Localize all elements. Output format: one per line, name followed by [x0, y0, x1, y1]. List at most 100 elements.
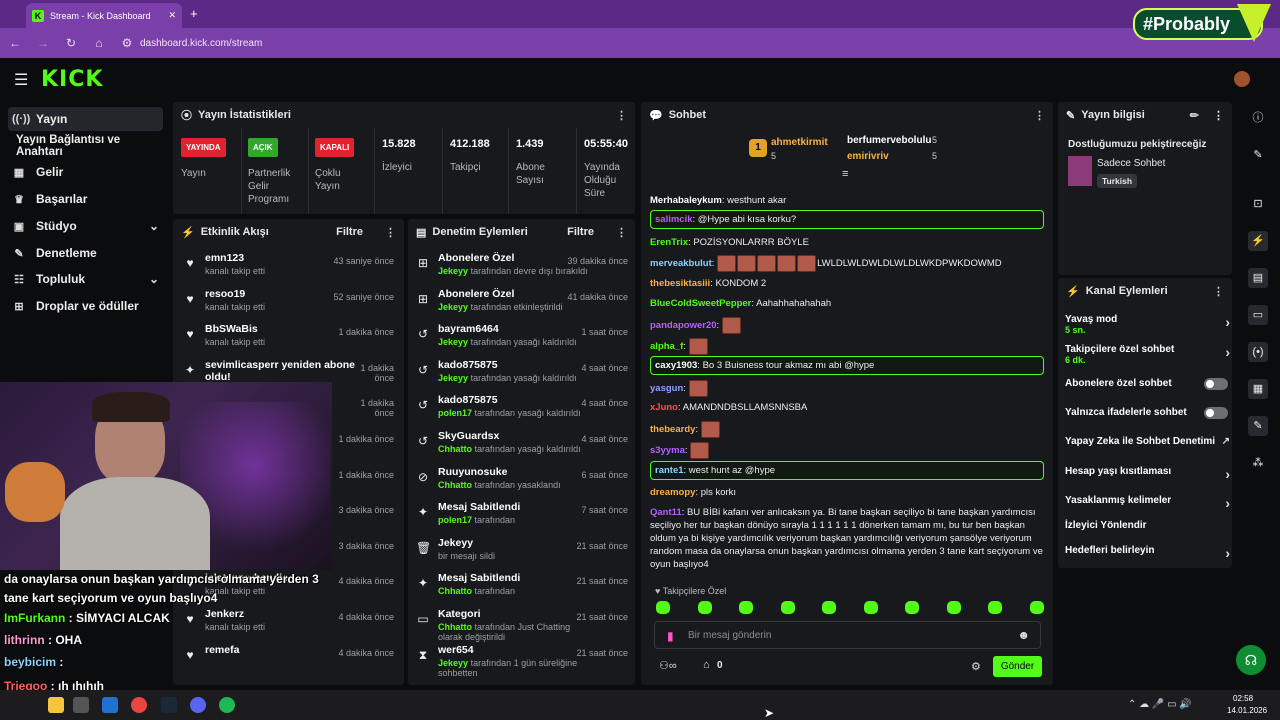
focus-icon[interactable]: ⊡ [1248, 194, 1268, 214]
chat-message[interactable]: BlueColdSweetPepper: Aahahhahahahah [650, 297, 1044, 310]
info-icon[interactable]: ⓘ [1248, 108, 1268, 128]
send-button[interactable]: Gönder [993, 656, 1042, 677]
document-icon[interactable]: ▤ [1248, 268, 1268, 288]
pencil-icon[interactable]: ✎ [1248, 145, 1268, 165]
moderation-row[interactable]: ⊘ Ruuyunosuke Chhatto tarafından yasakland… [416, 466, 628, 501]
channel-action-item[interactable]: Yalnızca ifadelerle sohbet [1065, 407, 1230, 419]
more-icon[interactable]: ⋮ [616, 109, 627, 122]
layout-icon[interactable]: ▦ [1248, 379, 1268, 399]
moderator-name[interactable]: Chhatto [438, 480, 472, 490]
community-icon[interactable]: ⁂ [1248, 453, 1268, 473]
channel-action-item[interactable]: Yavaş mod 5 sn. › [1065, 314, 1230, 335]
home-icon[interactable]: ⌂ [92, 36, 106, 50]
mic-icon[interactable]: ▮ [667, 629, 674, 643]
quick-emote-icon[interactable] [988, 601, 1002, 614]
sidebar-item-basarilar[interactable]: ♛ Başarılar [8, 187, 163, 211]
chat-username[interactable]: s3yyma [650, 445, 685, 456]
close-tab-icon[interactable]: ✕ [168, 10, 176, 21]
sidebar-item-gelir[interactable]: ▦ Gelir [8, 160, 163, 184]
sidebar-item-droplar[interactable]: ⊞ Droplar ve ödüller [8, 294, 163, 318]
store-icon[interactable]: ⌂ [703, 659, 710, 671]
sidebar-item-stream-key[interactable]: Yayın Bağlantısı ve Anahtarı [12, 134, 167, 158]
moderation-row[interactable]: ↺ kado875875 polen17 tarafından yasağı kal… [416, 394, 628, 429]
more-icon[interactable]: ⋮ [1213, 285, 1224, 298]
quick-emote-icon[interactable] [822, 601, 836, 614]
more-icon[interactable]: ⋮ [385, 226, 396, 239]
activity-row[interactable]: ♥ Jenkerz kanalı takip etti 4 dakika önce [183, 608, 394, 643]
spotify-icon[interactable] [219, 697, 235, 713]
activity-row[interactable]: ♥ BbSWaBis kanalı takip etti 1 dakika önce [183, 323, 394, 358]
toggle-switch[interactable] [1204, 407, 1228, 419]
moderation-row[interactable]: ⊞ Abonelere Özel Jekeyy tarafından etkinle… [416, 288, 628, 323]
moderation-row[interactable]: ↺ bayram6464 Jekeyy tarafından yasağı kald… [416, 323, 628, 358]
gifter-name[interactable]: berfumervebolulu [847, 135, 931, 146]
channel-action-item[interactable]: Hesap yaşı kısıtlaması › [1065, 466, 1230, 482]
quick-emote-icon[interactable] [739, 601, 753, 614]
quick-emote-icon[interactable] [863, 601, 878, 614]
moderator-name[interactable]: Chhatto [438, 622, 472, 632]
sidebar-item-yayin[interactable]: ((·)) Yayın [8, 107, 163, 131]
chat-message[interactable]: caxy1903: Bo 3 Buisness tour akmaz mı ab… [650, 356, 1044, 375]
moderation-row[interactable]: ✦ Mesaj Sabitlendi Chhatto tarafından 21 sa… [416, 572, 628, 607]
chat-message[interactable]: ErenTrix: POZİSYONLARRR BÖYLE [650, 236, 1044, 249]
chat-message[interactable]: yasgun: [650, 380, 1044, 397]
url-field[interactable]: dashboard.kick.com/stream [140, 38, 262, 49]
sidebar-item-topluluk[interactable]: ☷ Topluluk ⌄ [8, 267, 163, 291]
more-icon[interactable]: ⋮ [616, 226, 627, 239]
moderation-row[interactable]: ▭ Kategori Chhatto tarafından Just Chattin… [416, 608, 628, 643]
chat-username[interactable]: thebesiktasiii [650, 278, 710, 289]
folder-icon[interactable] [48, 697, 64, 713]
chat-message[interactable]: thebeardy: [650, 421, 1044, 438]
tray-icons[interactable]: ⌃ ☁ 🎤 ▭ 🔊 [1128, 699, 1192, 710]
activity-row[interactable]: ♥ emn123 kanalı takip etti 43 saniye önce [183, 252, 394, 287]
channel-action-item[interactable]: Yapay Zeka ile Sohbet Denetimi ↗ [1065, 436, 1230, 447]
steam-icon[interactable] [161, 697, 177, 713]
site-info-icon[interactable]: ⚙ [120, 36, 134, 50]
points-icon[interactable]: ⚇∞ [659, 659, 677, 672]
chat-username[interactable]: Qant11 [650, 507, 682, 518]
forward-icon[interactable]: → [36, 36, 50, 50]
chrome-icon[interactable] [131, 697, 147, 713]
moderation-row[interactable]: ↺ SkyGuardsx Chhatto tarafından yasağı kal… [416, 430, 628, 465]
chat-message[interactable]: Qant11: BU BİBi kafanı ver anlıcaksın ya… [650, 506, 1044, 571]
more-icon[interactable]: ⋮ [1213, 109, 1224, 122]
channel-action-item[interactable]: Abonelere özel sohbet [1065, 378, 1230, 390]
outlook-icon[interactable] [102, 697, 118, 713]
moderation-row[interactable]: ⧗ wer654 Jekeyy tarafından 1 gün süreliğin… [416, 644, 628, 679]
moderator-name[interactable]: Chhatto [438, 586, 472, 596]
chat-username[interactable]: ErenTrix [650, 237, 688, 248]
reload-icon[interactable]: ↻ [64, 36, 78, 50]
kick-logo[interactable]: KICK [41, 67, 103, 92]
tag-badge[interactable]: Turkish [1097, 174, 1138, 188]
moderation-row[interactable]: 🗑 Jekeyy bir mesajı sildi 21 saat önce [416, 537, 628, 572]
chat-username[interactable]: rante1 [655, 465, 684, 476]
chat-input[interactable]: ▮ Bir mesaj gönderin ☻ [654, 621, 1041, 649]
moderator-name[interactable]: Chhatto [438, 444, 472, 454]
channel-action-item[interactable]: İzleyici Yönlendir [1065, 520, 1230, 531]
collapse-icon[interactable]: ≡ [842, 168, 848, 180]
sidebar-item-denetleme[interactable]: ✎ Denetleme [8, 241, 163, 265]
moderator-name[interactable]: polen17 [438, 408, 472, 418]
avatar[interactable] [1234, 71, 1250, 87]
activity-row[interactable]: ♥ remefa 4 dakika önce [183, 644, 394, 679]
discord-icon[interactable] [190, 697, 206, 713]
channel-action-item[interactable]: Yasaklanmış kelimeler › [1065, 495, 1230, 511]
chat-username[interactable]: pandapower20 [650, 320, 717, 331]
quick-emote-icon[interactable] [697, 601, 712, 614]
settings-icon[interactable]: ⚙ [971, 660, 981, 673]
category-name[interactable]: Sadece Sohbet [1097, 158, 1165, 169]
moderation-row[interactable]: ✦ Mesaj Sabitlendi polen17 tarafından 7 saa… [416, 501, 628, 536]
chat-message[interactable]: dreamopy: pls korkı [650, 486, 1044, 499]
chat-username[interactable]: salimcik [655, 214, 693, 225]
activity-row[interactable]: ♥ resoo19 kanalı takip etti 52 saniye önce [183, 288, 394, 323]
chat-message[interactable]: xJuno: AMANDNDBSLLAMSNNSBA [650, 401, 1044, 414]
moderation-row[interactable]: ⊞ Abonelere Özel Jekeyy tarafından devre d… [416, 252, 628, 287]
store-app-icon[interactable] [73, 697, 89, 713]
toggle-switch[interactable] [1204, 378, 1228, 390]
chat-message[interactable]: pandapower20: [650, 317, 1044, 334]
moderator-name[interactable]: Jekeyy [438, 373, 468, 383]
chat-username[interactable]: caxy1903 [655, 360, 697, 371]
quick-emote-icon[interactable] [656, 601, 670, 614]
chat-message[interactable]: s3yyma: [650, 442, 1044, 459]
broadcast-icon[interactable]: (•) [1248, 342, 1268, 362]
